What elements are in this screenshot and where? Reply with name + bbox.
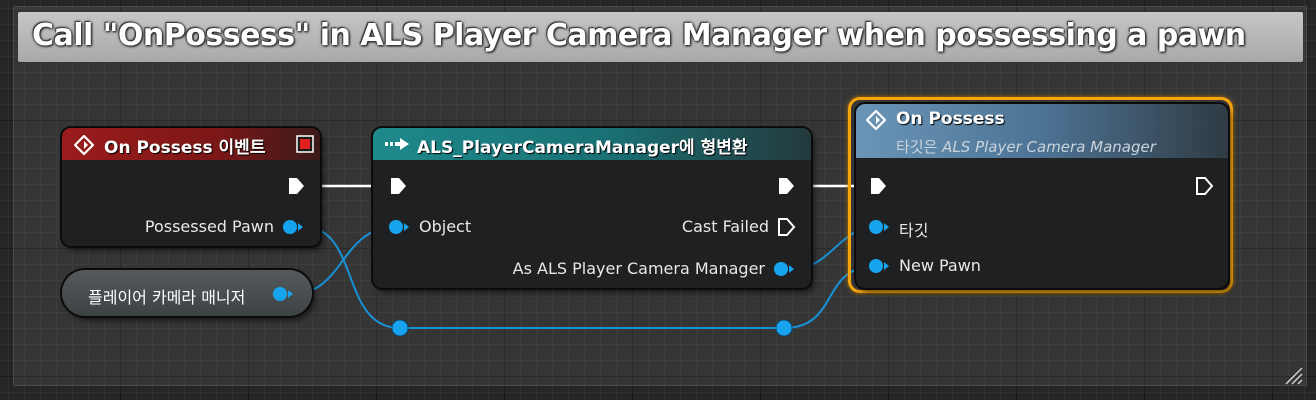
reroute-knot-left[interactable] xyxy=(391,319,409,337)
as-camera-manager-label: As ALS Player Camera Manager xyxy=(512,259,765,278)
cast-failed-exec-pin[interactable] xyxy=(776,217,796,237)
function-diamond-icon xyxy=(866,110,886,130)
cast-node-title: ALS_PlayerCameraManager에 형변환 xyxy=(417,138,748,158)
event-node-title: On Possess 이벤트 xyxy=(104,138,266,158)
reroute-knot-right[interactable] xyxy=(775,319,793,337)
new-pawn-pin-label: New Pawn xyxy=(899,256,981,275)
subtitle-prefix: 타깃은 xyxy=(896,138,943,156)
event-node-header[interactable]: On Possess 이벤트 xyxy=(62,128,320,160)
new-pawn-input-pin[interactable] xyxy=(868,258,890,274)
event-node-on-possess[interactable]: On Possess 이벤트 Possessed Pawn xyxy=(62,128,320,246)
variable-node-player-camera-manager[interactable]: 플레이어 카메라 매니저 xyxy=(62,270,312,316)
cast-exec-out-pin[interactable] xyxy=(776,176,796,196)
object-input-pin[interactable] xyxy=(388,219,410,235)
delegate-square-icon[interactable] xyxy=(296,135,314,153)
cast-failed-label: Cast Failed xyxy=(681,217,769,236)
function-node-header[interactable]: On Possess 타깃은 ALS Player Camera Manager xyxy=(856,104,1228,158)
object-pin-label: Object xyxy=(419,217,472,236)
subtitle-target-class: ALS Player Camera Manager xyxy=(942,138,1156,156)
event-exec-out-pin[interactable] xyxy=(286,176,306,196)
function-exec-out-pin[interactable] xyxy=(1194,176,1214,196)
possessed-pawn-pin[interactable] xyxy=(282,219,304,235)
cast-exec-in-pin[interactable] xyxy=(388,176,408,196)
function-node-on-possess[interactable]: On Possess 타깃은 ALS Player Camera Manager… xyxy=(856,104,1228,288)
target-pin-label: 타깃 xyxy=(899,221,929,240)
event-diamond-icon xyxy=(74,135,94,155)
variable-node-label: 플레이어 카메라 매니저 xyxy=(88,288,246,307)
cast-node[interactable]: ALS_PlayerCameraManager에 형변환 Object Cast… xyxy=(373,128,811,288)
function-exec-in-pin[interactable] xyxy=(868,176,888,196)
possessed-pawn-label: Possessed Pawn xyxy=(144,217,274,236)
function-node-subtitle: 타깃은 ALS Player Camera Manager xyxy=(896,136,1156,157)
function-node-title: On Possess xyxy=(896,109,1005,129)
variable-output-pin[interactable] xyxy=(272,286,294,302)
cast-node-header[interactable]: ALS_PlayerCameraManager에 형변환 xyxy=(373,128,811,160)
cast-arrow-icon xyxy=(385,138,409,150)
resize-grip-icon[interactable] xyxy=(1285,367,1303,385)
as-camera-manager-pin[interactable] xyxy=(773,261,795,277)
target-input-pin[interactable] xyxy=(868,219,890,235)
